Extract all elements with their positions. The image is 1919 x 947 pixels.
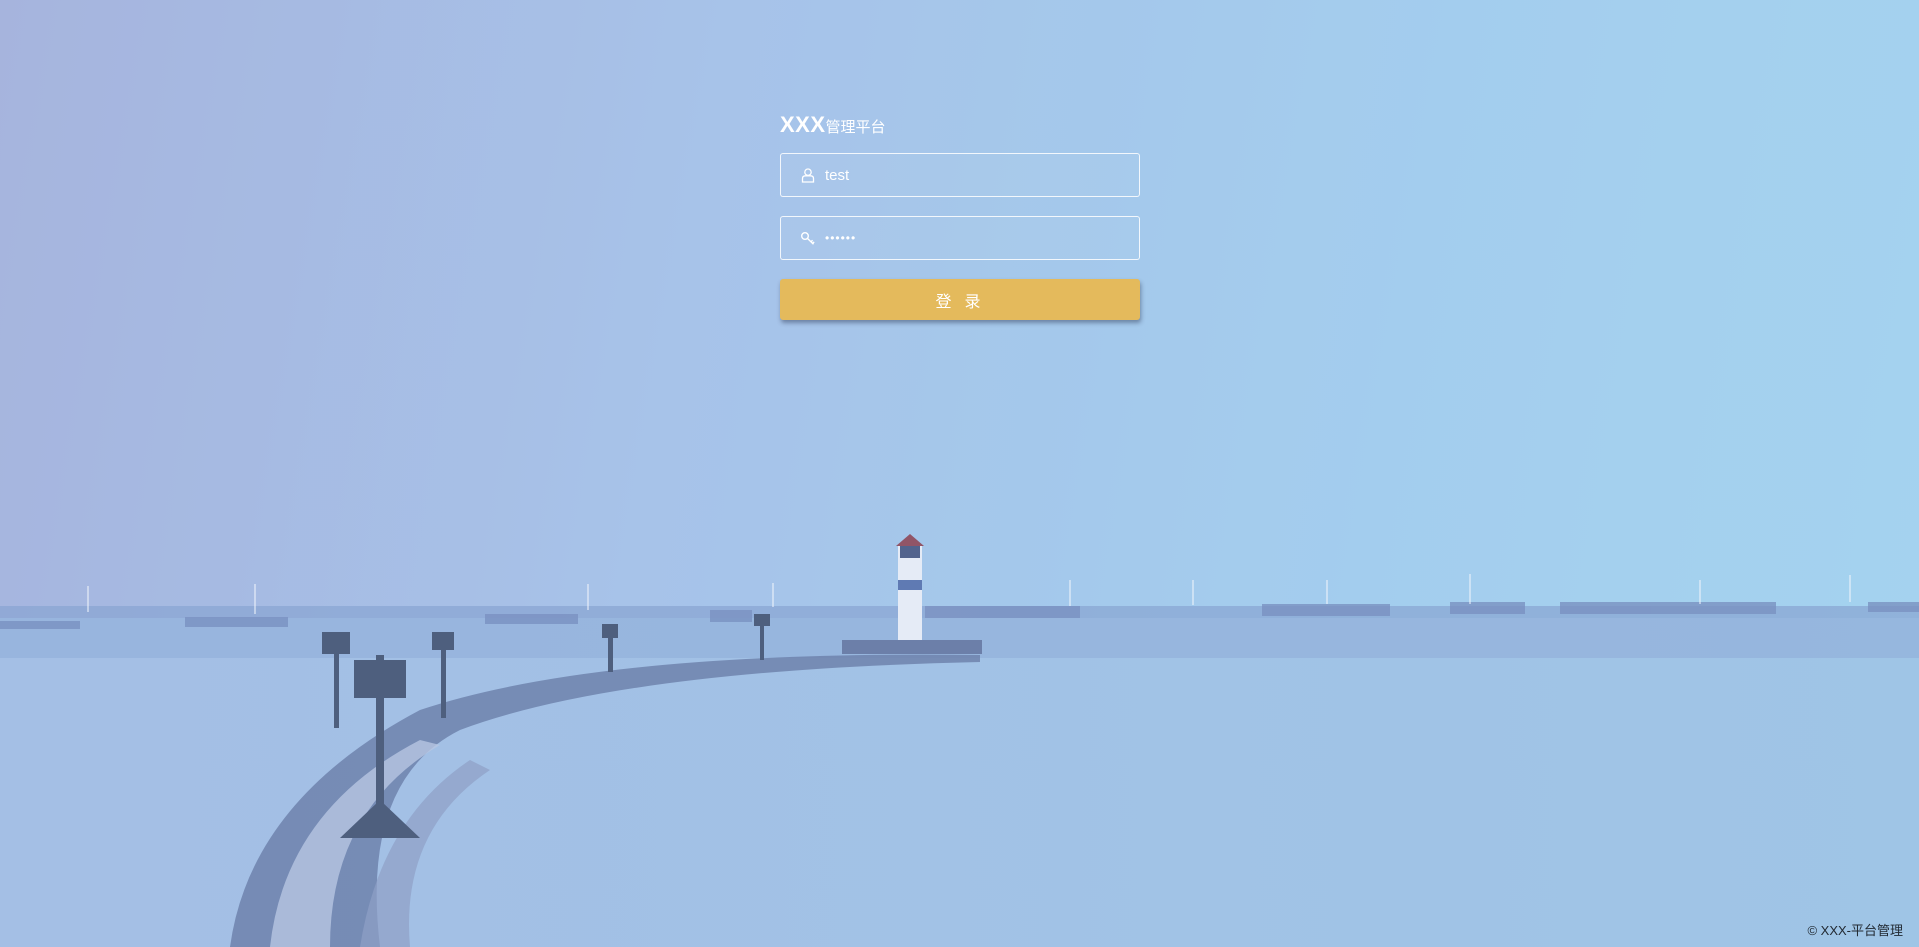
login-button[interactable]: 登 录: [780, 279, 1140, 320]
login-page: XXX管理平台 登 录 © XXX-平台管理: [0, 0, 1919, 947]
username-field[interactable]: [780, 153, 1140, 197]
password-field[interactable]: [780, 216, 1140, 260]
login-form: XXX管理平台 登 录: [780, 112, 1140, 320]
footer-copyright: © XXX-平台管理: [1807, 923, 1903, 938]
brand-name: XXX: [780, 112, 826, 137]
key-icon: [800, 230, 816, 246]
user-icon: [800, 167, 816, 183]
brand-title: XXX管理平台: [780, 112, 1140, 138]
brand-suffix: 管理平台: [825, 119, 886, 136]
username-input[interactable]: [825, 154, 1125, 196]
password-input[interactable]: [825, 217, 1125, 259]
